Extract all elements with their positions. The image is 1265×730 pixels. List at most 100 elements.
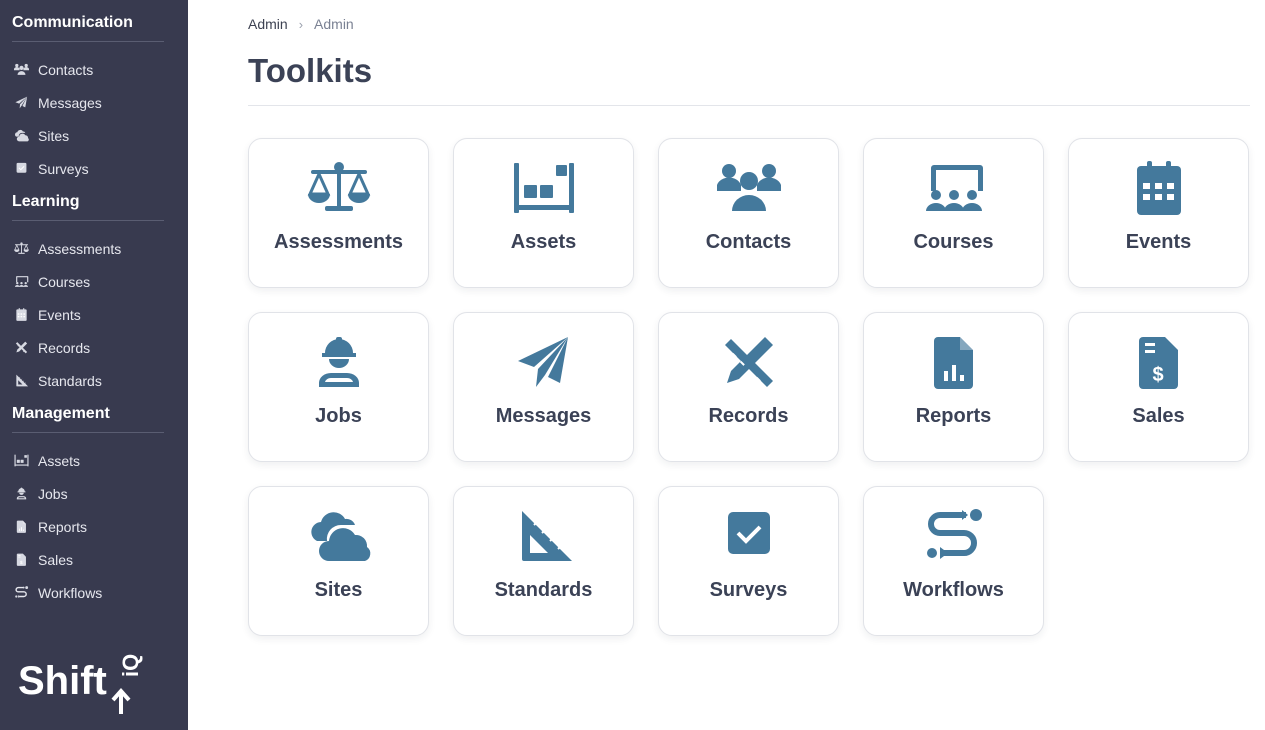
toolkit-card-label: Courses — [913, 231, 994, 253]
toolkit-card-label: Messages — [495, 405, 592, 427]
paper-plane-icon — [512, 335, 576, 389]
route-icon — [12, 585, 30, 601]
sidebar: Communication Contacts Messages Sites Su… — [0, 0, 188, 730]
sidebar-item-label: Workflows — [38, 584, 103, 601]
toolkit-card-courses[interactable]: Courses — [863, 138, 1044, 288]
toolkit-card-sites[interactable]: Sites — [248, 486, 429, 636]
sidebar-item-label: Jobs — [38, 485, 68, 502]
toolkit-card-label: Events — [1125, 231, 1192, 253]
sidebar-item-label: Standards — [38, 372, 102, 389]
logo-text: Shift — [18, 659, 107, 703]
toolkit-card-messages[interactable]: Messages — [453, 312, 634, 462]
toolkit-card-label: Workflows — [903, 579, 1004, 601]
toolkit-card-workflows[interactable]: Workflows — [863, 486, 1044, 636]
sidebar-item-assets[interactable]: Assets — [12, 444, 164, 477]
toolkit-card-jobs[interactable]: Jobs — [248, 312, 429, 462]
sidebar-item-jobs[interactable]: Jobs — [12, 477, 164, 510]
shiftiq-logo[interactable]: Shift iQ — [18, 652, 148, 718]
sidebar-item-standards[interactable]: Standards — [12, 364, 164, 397]
title-divider — [248, 105, 1250, 106]
users-icon — [12, 62, 30, 78]
sidebar-section-title: Management — [12, 403, 164, 433]
sidebar-item-courses[interactable]: Courses — [12, 265, 164, 298]
sidebar-item-label: Surveys — [38, 160, 89, 177]
sidebar-section-title: Communication — [12, 12, 164, 42]
sidebar-item-label: Courses — [38, 273, 91, 290]
sidebar-item-label: Assets — [38, 452, 81, 469]
toolkit-card-sales[interactable]: Sales — [1068, 312, 1249, 462]
toolkit-card-assets[interactable]: Assets — [453, 138, 634, 288]
sidebar-item-label: Events — [38, 306, 81, 323]
calendar-icon — [12, 307, 30, 323]
users-icon — [717, 161, 781, 215]
sidebar-item-label: Sites — [38, 127, 70, 144]
sidebar-item-label: Sales — [38, 551, 74, 568]
toolkit-card-label: Contacts — [705, 231, 792, 253]
report-file-icon — [12, 519, 30, 535]
triangle-ruler-icon — [12, 373, 30, 389]
calendar-icon — [1127, 161, 1191, 215]
sidebar-section-management: Management Assets Jobs Reports Sales Wor… — [12, 403, 164, 609]
sidebar-item-label: Assessments — [38, 240, 122, 257]
sidebar-item-label: Contacts — [38, 61, 94, 78]
toolkit-card-reports[interactable]: Reports — [863, 312, 1044, 462]
sidebar-item-surveys[interactable]: Surveys — [12, 152, 164, 185]
cloud-icon — [12, 128, 30, 144]
pencil-ruler-icon — [717, 335, 781, 389]
toolkit-card-label: Reports — [915, 405, 992, 427]
worker-icon — [12, 486, 30, 502]
toolkit-card-assessments[interactable]: Assessments — [248, 138, 429, 288]
toolkit-card-label: Assessments — [274, 231, 403, 253]
toolkit-card-label: Standards — [494, 579, 593, 601]
sidebar-item-events[interactable]: Events — [12, 298, 164, 331]
worker-icon — [307, 335, 371, 389]
toolkit-card-label: Surveys — [709, 579, 788, 601]
toolkit-card-label: Records — [708, 405, 789, 427]
sidebar-item-label: Records — [38, 339, 91, 356]
toolkit-card-surveys[interactable]: Surveys — [658, 486, 839, 636]
sidebar-section-title: Learning — [12, 191, 164, 221]
report-file-icon — [922, 335, 986, 389]
toolkit-card-contacts[interactable]: Contacts — [658, 138, 839, 288]
sidebar-item-sales[interactable]: Sales — [12, 543, 164, 576]
sidebar-item-sites[interactable]: Sites — [12, 119, 164, 152]
breadcrumb-current: Admin — [314, 16, 354, 32]
scale-icon — [307, 161, 371, 215]
paper-plane-icon — [12, 95, 30, 111]
shelf-icon — [12, 453, 30, 469]
page-title: Toolkits — [248, 52, 373, 89]
scale-icon — [12, 241, 30, 257]
check-square-icon — [12, 161, 30, 177]
toolkit-card-label: Sites — [314, 579, 363, 601]
toolkit-card-records[interactable]: Records — [658, 312, 839, 462]
sidebar-item-contacts[interactable]: Contacts — [12, 53, 164, 86]
sidebar-item-label: Reports — [38, 518, 88, 535]
toolkit-card-label: Jobs — [315, 405, 362, 427]
route-icon — [922, 509, 986, 563]
chalkboard-icon — [922, 161, 986, 215]
check-square-icon — [717, 509, 781, 563]
triangle-ruler-icon — [512, 509, 576, 563]
breadcrumb: Admin › Admin — [248, 16, 354, 32]
invoice-dollar-icon — [1127, 335, 1191, 389]
toolkit-card-label: Sales — [1132, 405, 1185, 427]
sidebar-item-workflows[interactable]: Workflows — [12, 576, 164, 609]
sidebar-item-assessments[interactable]: Assessments — [12, 232, 164, 265]
cloud-icon — [307, 509, 371, 563]
sidebar-item-label: Messages — [38, 94, 102, 111]
pencil-ruler-icon — [12, 340, 30, 356]
toolkit-card-label: Assets — [510, 231, 577, 253]
chevron-right-icon: › — [298, 16, 304, 32]
sidebar-item-messages[interactable]: Messages — [12, 86, 164, 119]
breadcrumb-link-admin[interactable]: Admin — [248, 16, 288, 32]
chalkboard-icon — [12, 274, 30, 290]
logo-suffix: iQ — [118, 654, 143, 677]
toolkit-card-standards[interactable]: Standards — [453, 486, 634, 636]
invoice-dollar-icon — [12, 552, 30, 568]
sidebar-item-records[interactable]: Records — [12, 331, 164, 364]
sidebar-item-reports[interactable]: Reports — [12, 510, 164, 543]
toolkit-card-events[interactable]: Events — [1068, 138, 1249, 288]
shelf-icon — [512, 161, 576, 215]
sidebar-section-learning: Learning Assessments Courses Events Reco… — [12, 191, 164, 397]
sidebar-section-communication: Communication Contacts Messages Sites Su… — [12, 12, 164, 185]
